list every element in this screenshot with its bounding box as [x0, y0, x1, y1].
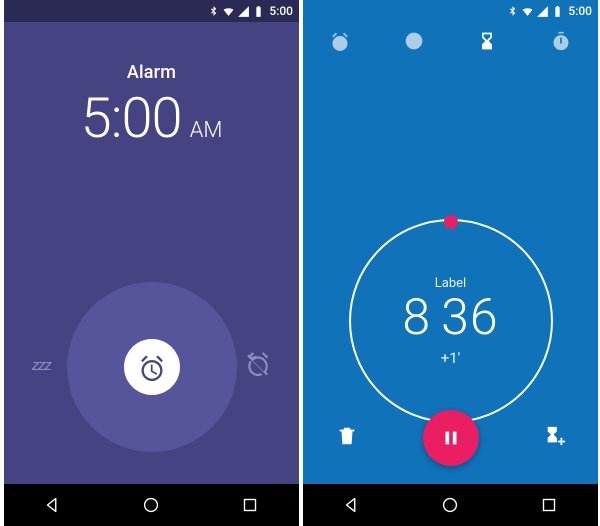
stopwatch-icon	[551, 31, 571, 51]
status-bar: 5:00	[303, 0, 598, 22]
bluetooth-icon	[506, 5, 519, 18]
tab-alarm[interactable]	[328, 29, 352, 53]
alarm-icon	[330, 31, 350, 51]
nav-back[interactable]	[42, 494, 64, 516]
bluetooth-icon	[207, 5, 220, 18]
timer-seconds: 36	[441, 289, 498, 347]
nav-recent[interactable]	[538, 494, 560, 516]
timer-screen: 5:00 Label 8 36 +1'	[303, 0, 598, 526]
timer-minutes: 8	[402, 289, 431, 347]
timer-content: Label 8 36 +1'	[303, 60, 598, 484]
timer-dial[interactable]: Label 8 36 +1'	[349, 219, 553, 423]
tab-timer[interactable]	[475, 29, 499, 53]
alarm-ampm: AM	[190, 118, 223, 143]
nav-bar	[303, 484, 598, 526]
nav-recent[interactable]	[239, 494, 261, 516]
signal-icon	[536, 5, 549, 18]
timer-progress-knob[interactable]	[444, 215, 458, 229]
alarm-fab[interactable]	[124, 339, 180, 395]
clock-icon	[404, 31, 424, 51]
nav-back[interactable]	[341, 494, 363, 516]
alarm-title: Alarm	[4, 62, 299, 83]
nav-home[interactable]	[439, 494, 461, 516]
nav-bar	[4, 484, 299, 526]
pause-icon	[440, 427, 462, 449]
add-timer-button[interactable]	[544, 425, 566, 451]
battery-icon	[252, 5, 265, 18]
alarm-ring-area	[4, 282, 299, 452]
wifi-icon	[222, 5, 235, 18]
tab-bar	[303, 22, 598, 60]
alarm-time-value: 5:00	[81, 85, 182, 151]
signal-icon	[237, 5, 250, 18]
timer-readout: 8 36	[402, 289, 498, 347]
tab-clock[interactable]	[402, 29, 426, 53]
delete-timer-button[interactable]	[336, 425, 358, 451]
status-bar: 5:00	[4, 0, 299, 22]
hourglass-icon	[477, 31, 497, 51]
hourglass-plus-icon	[544, 425, 566, 447]
wifi-icon	[521, 5, 534, 18]
status-clock: 5:00	[568, 4, 592, 18]
nav-home[interactable]	[140, 494, 162, 516]
timer-actions	[303, 410, 598, 466]
alarm-time: 5:00 AM	[4, 85, 299, 151]
trash-icon	[336, 425, 358, 447]
alarm-clock-icon	[138, 353, 166, 381]
alarm-content: Alarm 5:00 AM zzz	[4, 22, 299, 484]
alarm-halo	[67, 282, 237, 452]
timer-plus-one[interactable]: +1'	[441, 349, 461, 367]
battery-icon	[551, 5, 564, 18]
alarm-screen: 5:00 Alarm 5:00 AM zzz	[4, 0, 299, 526]
status-clock: 5:00	[269, 4, 293, 18]
pause-button[interactable]	[423, 410, 479, 466]
timer-label[interactable]: Label	[435, 276, 466, 291]
tab-stopwatch[interactable]	[549, 29, 573, 53]
